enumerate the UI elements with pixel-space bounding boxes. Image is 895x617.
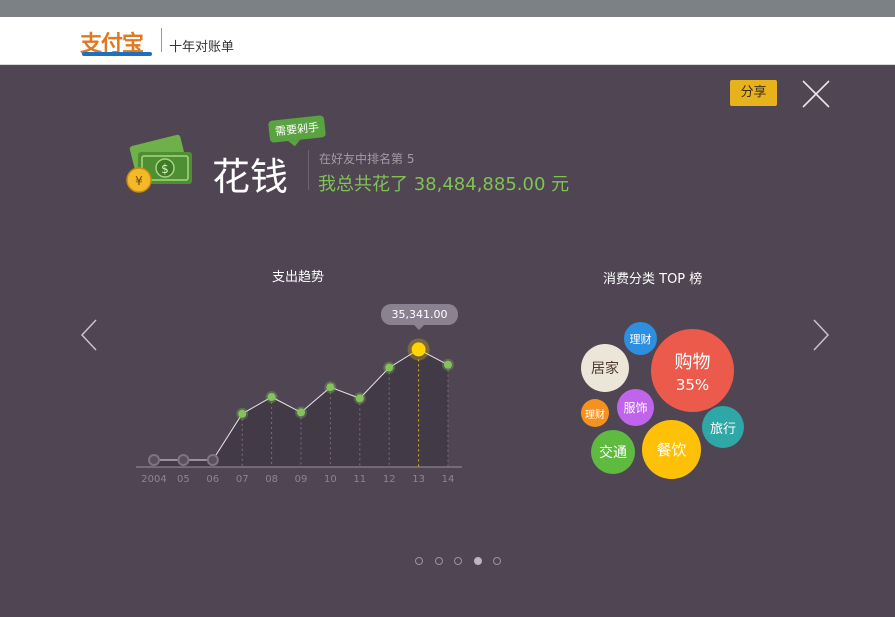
category-bubble: 旅行 (702, 406, 744, 448)
share-button[interactable]: 分享 (730, 80, 777, 106)
x-tick-label: 05 (177, 474, 190, 485)
header-subtitle: 十年对账单 (169, 40, 235, 55)
x-tick-label: 09 (295, 474, 308, 485)
trend-title: 支出趋势 (272, 270, 325, 285)
x-tick-label: 08 (265, 474, 278, 485)
category-label: 交通 (599, 445, 627, 461)
page-dot[interactable] (434, 557, 443, 565)
data-point (148, 454, 160, 466)
x-tick-label: 14 (442, 474, 455, 485)
data-point (177, 454, 190, 466)
x-tick-label: 06 (206, 474, 219, 485)
header-bar: 支付宝 十年对账单 (0, 17, 895, 65)
category-label: 居家 (591, 361, 619, 377)
category-title: 消费分类 TOP 榜 (603, 272, 703, 287)
data-point-highlight (411, 342, 426, 357)
category-label: 服饰 (623, 401, 648, 415)
x-tick-label: 11 (353, 474, 366, 485)
chevron-right-icon[interactable] (812, 318, 830, 352)
data-point (297, 408, 305, 417)
money-icon: $ ¥ (126, 134, 192, 193)
hero-divider (308, 150, 309, 190)
category-label: 购物 (674, 351, 711, 373)
friend-rank: 在好友中排名第 5 (319, 152, 415, 166)
page-dot[interactable] (473, 557, 482, 565)
category-percent: 35% (675, 375, 710, 394)
x-tick-label: 07 (236, 474, 249, 485)
browser-top-strip (0, 0, 895, 17)
data-point (267, 393, 276, 401)
category-bubble: 理财 (581, 399, 609, 427)
data-point (326, 383, 335, 392)
data-point (355, 394, 364, 403)
x-tick-label: 10 (324, 474, 337, 485)
category-bubble: 购物 35% (651, 329, 734, 412)
x-tick-label: 13 (412, 474, 425, 485)
category-label: 理财 (585, 409, 605, 421)
data-point (238, 409, 247, 418)
logo-swoosh (82, 52, 152, 56)
category-bubble: 居家 (581, 344, 629, 392)
data-point (385, 363, 394, 372)
page-dot[interactable] (493, 557, 501, 565)
chart-tooltip: 35,341.00 (381, 304, 458, 330)
svg-text:$: $ (161, 162, 169, 176)
category-label: 餐饮 (656, 441, 687, 459)
hero-title: 花钱 (212, 155, 289, 199)
header-divider (161, 28, 162, 52)
total-spent: 我总共花了 38,484,885.00 元 (318, 174, 570, 195)
data-point (206, 454, 219, 466)
chevron-left-icon[interactable] (80, 318, 98, 352)
category-bubble: 餐饮 (642, 420, 701, 479)
page-dot[interactable] (454, 557, 462, 565)
category-bubble: 交通 (591, 430, 635, 474)
category-bubble: 理财 (624, 322, 657, 355)
category-label: 理财 (629, 332, 652, 346)
close-icon[interactable] (801, 79, 831, 109)
category-label: 旅行 (709, 421, 736, 437)
svg-text:¥: ¥ (135, 174, 143, 188)
page-dot[interactable] (415, 557, 423, 565)
data-point (444, 360, 452, 369)
category-bubble: 服饰 (617, 389, 654, 426)
x-tick-label: 2004 (141, 474, 166, 485)
x-tick-label: 12 (383, 474, 396, 485)
